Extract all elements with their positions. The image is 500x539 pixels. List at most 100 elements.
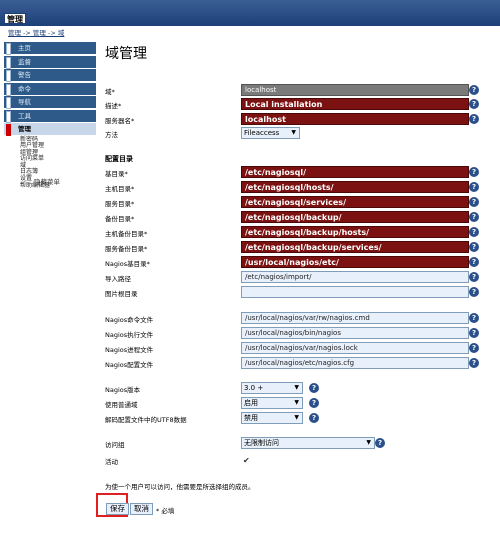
help-icon[interactable]: ? — [469, 272, 479, 282]
help-icon[interactable]: ? — [469, 343, 479, 353]
help-icon[interactable]: ? — [469, 242, 479, 252]
page-title: 域管理 — [105, 46, 147, 62]
dir-row: 导入路径 /etc/nagios/import/ ? — [105, 271, 485, 283]
domain-field[interactable]: localhost — [241, 84, 469, 96]
dir-label: 导入路径 — [105, 275, 131, 283]
backup-dir-field[interactable]: /etc/nagiosql/backup/ — [241, 211, 469, 223]
server-name-field[interactable]: localhost — [241, 113, 469, 125]
sidebar-item-specialties[interactable]: 导航 — [2, 96, 96, 109]
method-select[interactable]: Fileaccess ▼ — [241, 127, 300, 139]
host-backup-dir-field[interactable]: /etc/nagiosql/backup/hosts/ — [241, 226, 469, 238]
dir-label: 主机目录* — [105, 185, 135, 193]
file-label: Nagios进程文件 — [105, 346, 154, 354]
help-icon[interactable]: ? — [469, 328, 479, 338]
method-row: 方法 Fileaccess ▼ — [105, 127, 485, 139]
help-icon[interactable]: ? — [309, 383, 319, 393]
service-dir-field[interactable]: /etc/nagiosql/services/ — [241, 196, 469, 208]
sidebar-item-home[interactable]: 主页 — [2, 42, 96, 55]
import-path-field[interactable]: /etc/nagios/import/ — [241, 271, 469, 283]
help-icon[interactable]: ? — [469, 257, 479, 267]
dir-row: 基目录* /etc/nagiosql/ ? — [105, 166, 485, 178]
access-group-value: 无限制访问 — [244, 439, 279, 447]
help-icon[interactable]: ? — [469, 99, 479, 109]
file-row: Nagios执行文件 /usr/local/nagios/bin/nagios … — [105, 327, 485, 339]
help-icon[interactable]: ? — [469, 313, 479, 323]
help-icon[interactable]: ? — [309, 413, 319, 423]
dir-row: 主机备份目录* /etc/nagiosql/backup/hosts/ ? — [105, 226, 485, 238]
sidebar-item-commands[interactable]: 命令 — [2, 82, 96, 96]
help-icon[interactable]: ? — [469, 167, 479, 177]
service-backup-dir-field[interactable]: /etc/nagiosql/backup/services/ — [241, 241, 469, 253]
help-icon[interactable]: ? — [469, 212, 479, 222]
file-label: Nagios执行文件 — [105, 331, 154, 339]
access-group-select[interactable]: 无限制访问 ▼ — [241, 437, 375, 449]
help-icon[interactable]: ? — [469, 287, 479, 297]
help-icon[interactable]: ? — [309, 398, 319, 408]
active-checkbox[interactable]: ✔ — [243, 456, 250, 465]
submenu-item-menu-access[interactable]: 访问菜单 — [20, 156, 96, 163]
help-icon[interactable]: ? — [469, 182, 479, 192]
dropdown-arrow-icon: ▼ — [294, 384, 299, 391]
dir-label: 服务目录* — [105, 200, 135, 208]
dir-row: 备份目录* /etc/nagiosql/backup/ ? — [105, 211, 485, 223]
admin-tab[interactable]: 管理 — [4, 13, 26, 24]
access-group-row: 访问组 无限制访问 ▼ ? — [105, 437, 485, 449]
file-label: Nagios命令文件 — [105, 316, 154, 324]
active-row: 活动 — [105, 454, 485, 466]
cancel-button[interactable]: 取消 — [130, 503, 153, 515]
nagios-version-select[interactable]: 3.0 + ▼ — [241, 382, 303, 394]
help-icon[interactable]: ? — [375, 438, 385, 448]
host-dir-field[interactable]: /etc/nagiosql/hosts/ — [241, 181, 469, 193]
sidebar: 主页 监督 警告 命令 导航 工具 管理 新密码 用户管理 组管理 访问菜单 域… — [2, 42, 96, 189]
sidebar-item-label: 管理 — [18, 125, 31, 133]
help-icon[interactable]: ? — [469, 197, 479, 207]
nagios-command-file-field[interactable]: /usr/local/nagios/var/rw/nagios.cmd — [241, 312, 469, 324]
domain-row: 域* localhost ? — [105, 84, 485, 96]
common-domain-select[interactable]: 启用 ▼ — [241, 397, 303, 409]
option-label: Nagios版本 — [105, 386, 141, 394]
utf8-decode-select[interactable]: 禁用 ▼ — [241, 412, 303, 424]
save-button[interactable]: 保存 — [106, 503, 129, 515]
option-label: 使用普通域 — [105, 401, 138, 409]
dir-row: 服务目录* /etc/nagiosql/services/ ? — [105, 196, 485, 208]
breadcrumb[interactable]: 管理 -> 管理 -> 域 — [8, 27, 64, 37]
sidebar-item-alarming[interactable]: 警告 — [2, 69, 96, 82]
help-icon[interactable]: ? — [469, 227, 479, 237]
dropdown-arrow-icon: ▼ — [366, 439, 371, 446]
common-domain-value: 启用 — [244, 399, 258, 407]
nagios-config-file-field[interactable]: /usr/local/nagios/etc/nagios.cfg — [241, 357, 469, 369]
description-row: 描述* Local installation ? — [105, 98, 485, 110]
server-name-row: 服务器名* localhost ? — [105, 113, 485, 125]
utf8-decode-value: 禁用 — [244, 414, 258, 422]
nagios-process-file-field[interactable]: /usr/local/nagios/var/nagios.lock — [241, 342, 469, 354]
base-dir-field[interactable]: /etc/nagiosql/ — [241, 166, 469, 178]
nagios-binary-file-field[interactable]: /usr/local/nagios/bin/nagios — [241, 327, 469, 339]
server-name-label: 服务器名* — [105, 117, 135, 125]
dir-label: 备份目录* — [105, 215, 135, 223]
description-label: 描述* — [105, 102, 122, 110]
sidebar-item-label: 工具 — [18, 111, 31, 120]
picture-root-field[interactable] — [241, 286, 469, 298]
breadcrumb-path[interactable]: 管理 -> 管理 -> 域 — [8, 29, 64, 37]
sidebar-item-label: 命令 — [18, 84, 31, 93]
config-dirs-heading: 配置目录 — [105, 155, 133, 163]
sidebar-item-supervision[interactable]: 监督 — [2, 55, 96, 69]
nagios-version-value: 3.0 + — [244, 384, 264, 392]
access-group-label: 访问组 — [105, 441, 125, 449]
nagios-base-dir-field[interactable]: /usr/local/nagios/etc/ — [241, 256, 469, 268]
dir-label: 图片根目录 — [105, 290, 138, 298]
help-icon[interactable]: ? — [469, 85, 479, 95]
dir-row: 图片根目录 ? — [105, 286, 485, 298]
dir-label: 主机备份目录* — [105, 230, 148, 238]
help-icon[interactable]: ? — [469, 114, 479, 124]
sidebar-item-label: 监督 — [18, 57, 31, 66]
top-header-bar: 管理 — [0, 0, 500, 26]
sidebar-item-admin[interactable]: 管理 — [2, 123, 96, 136]
hide-menu-link[interactable]: 隐藏菜单 — [34, 176, 60, 186]
sidebar-item-tools[interactable]: 工具 — [2, 109, 96, 123]
file-label: Nagios配置文件 — [105, 361, 154, 369]
dir-label: 基目录* — [105, 170, 128, 178]
help-icon[interactable]: ? — [469, 358, 479, 368]
description-field[interactable]: Local installation — [241, 98, 469, 110]
method-select-value: Fileaccess — [244, 129, 280, 137]
